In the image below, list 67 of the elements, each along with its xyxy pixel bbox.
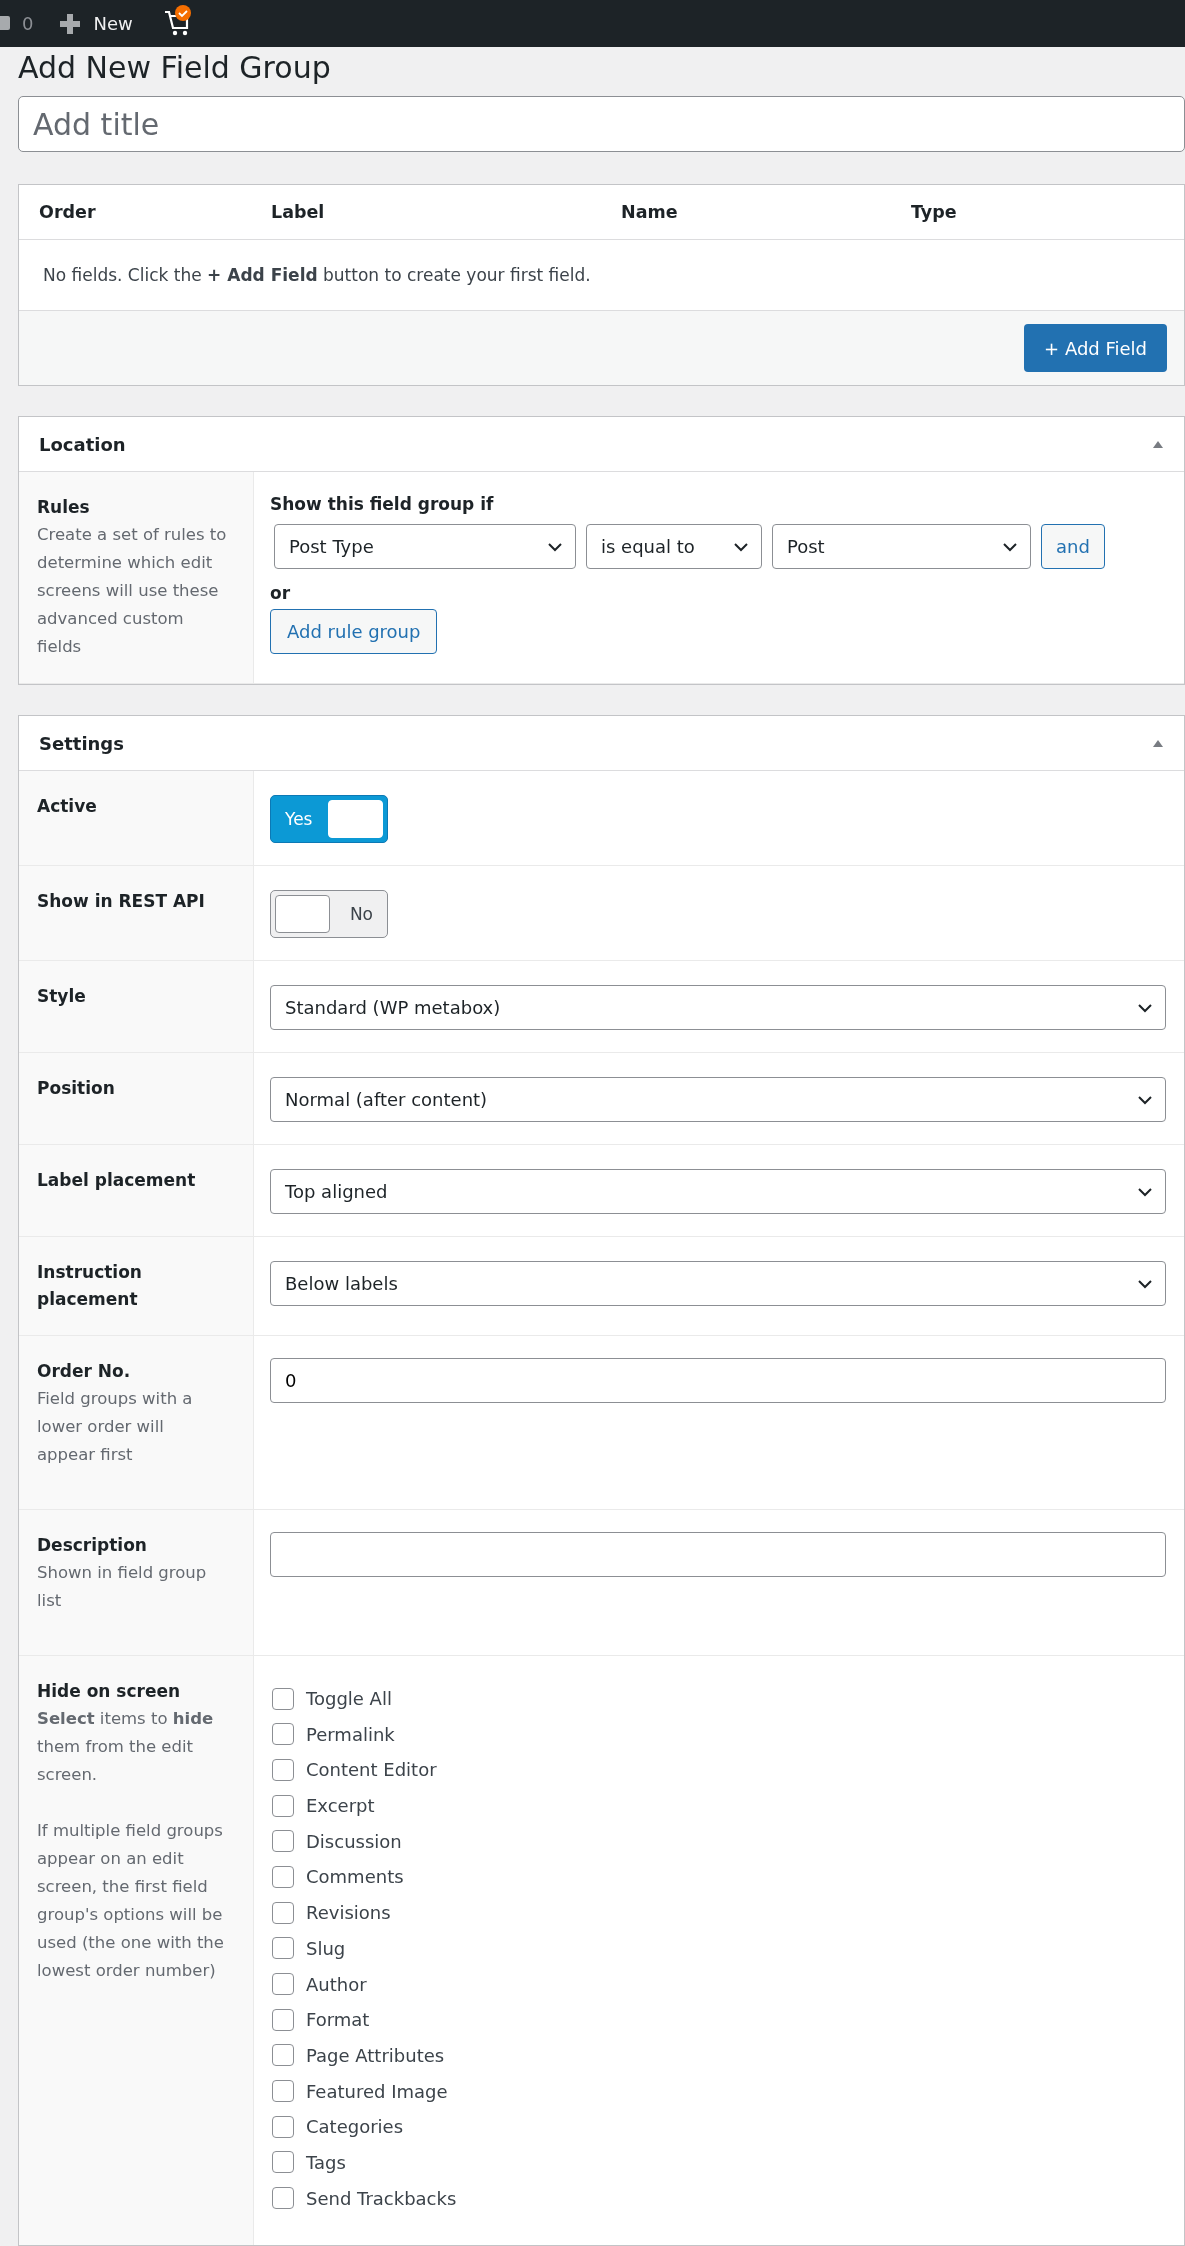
comment-count[interactable]: 0 <box>22 13 34 34</box>
text-field[interactable]: 0 <box>270 1358 1166 1403</box>
empty-message: No fields. Click the + Add Field button to create your first field. <box>43 265 591 285</box>
setting-label: Description <box>37 1534 148 1557</box>
collapse-icon[interactable] <box>1152 440 1164 448</box>
setting-description: Field groups with a lower order will appear first <box>37 1388 194 1466</box>
plus-icon <box>59 12 82 35</box>
column-header: Order <box>39 202 96 222</box>
setting-select[interactable]: Normal (after content) <box>270 1077 1166 1122</box>
checkbox-item[interactable]: Send Trackbacks <box>272 2185 457 2211</box>
add-rule-group-button[interactable]: Add rule group <box>270 609 438 654</box>
chevron-down-icon <box>1137 1278 1153 1289</box>
param-select[interactable]: Post Type <box>274 524 576 569</box>
text-field[interactable] <box>270 1532 1166 1577</box>
checkbox-item[interactable]: Excerpt <box>272 1793 375 1819</box>
cart-icon[interactable] <box>162 3 193 38</box>
setting-select[interactable]: Below labels <box>270 1261 1166 1306</box>
setting-description: Shown in field group list <box>37 1562 208 1612</box>
setting-label: Active <box>37 795 98 818</box>
checkbox-item[interactable]: Slug <box>272 1935 346 1961</box>
collapse-icon[interactable] <box>1152 739 1164 747</box>
setting-description: Create a set of rules to determine which edit screens will use these advanced custom fields <box>37 524 227 658</box>
checkbox-item[interactable]: Comments <box>272 1864 404 1890</box>
checkbox-item[interactable]: Author <box>272 1971 367 1997</box>
or-label: or <box>270 583 292 603</box>
checkbox-item[interactable]: Revisions <box>272 1900 391 1926</box>
setting-select[interactable]: Top aligned <box>270 1169 1166 1214</box>
checkbox-item[interactable]: Format <box>272 2007 370 2033</box>
add-field-button[interactable]: + Add Field <box>1024 324 1167 372</box>
chevron-down-icon <box>1002 541 1018 552</box>
setting-label: Show in REST API <box>37 890 206 913</box>
checkbox-item[interactable]: Page Attributes <box>272 2042 445 2068</box>
setting-description: Select items to hide them from the edit screen. <box>37 1708 215 1786</box>
setting-label: Order No. <box>37 1360 132 1383</box>
toggle-switch[interactable]: No <box>270 890 388 938</box>
setting-select[interactable]: Standard (WP metabox) <box>270 985 1166 1030</box>
panel-title: Settings <box>39 732 124 754</box>
chevron-down-icon <box>1137 1094 1153 1105</box>
setting-label: Label placement <box>37 1169 197 1192</box>
column-header: Type <box>911 202 957 222</box>
checkbox-item[interactable]: Categories <box>272 2114 404 2140</box>
setting-label: Instruction placement <box>37 1261 143 1311</box>
chevron-down-icon <box>547 541 563 552</box>
checkbox-item[interactable]: Toggle All <box>272 1686 392 1711</box>
column-header: Label <box>271 202 325 222</box>
column-header: Name <box>621 202 678 222</box>
checkbox-item[interactable]: Featured Image <box>272 2078 448 2104</box>
setting-label: Rules <box>37 496 91 519</box>
value-select[interactable]: Post <box>772 524 1031 569</box>
new-link[interactable]: New <box>59 12 133 35</box>
checkbox-item[interactable]: Permalink <box>272 1721 395 1747</box>
and-button[interactable]: and <box>1041 524 1105 569</box>
chevron-down-icon <box>733 541 749 552</box>
checkbox-item[interactable]: Discussion <box>272 1828 402 1854</box>
checkbox-item[interactable]: Content Editor <box>272 1757 437 1783</box>
page-title: Add New Field Group <box>18 49 332 87</box>
operator-select[interactable]: is equal to <box>586 524 762 569</box>
setting-label: Style <box>37 985 87 1008</box>
rule-heading: Show this field group if <box>270 494 495 514</box>
setting-label: Hide on screen <box>37 1680 182 1703</box>
chevron-down-icon <box>1137 1186 1153 1197</box>
chevron-down-icon <box>1137 1002 1153 1013</box>
title-field[interactable]: Add title <box>18 96 1185 152</box>
checkbox-item[interactable]: Tags <box>272 2149 346 2175</box>
setting-label: Position <box>37 1077 116 1100</box>
panel-title: Location <box>39 433 126 455</box>
setting-note: If multiple field groups appear on an edit screen, the first field group's options will be used (the one with the lowest order number) <box>37 1820 225 1982</box>
